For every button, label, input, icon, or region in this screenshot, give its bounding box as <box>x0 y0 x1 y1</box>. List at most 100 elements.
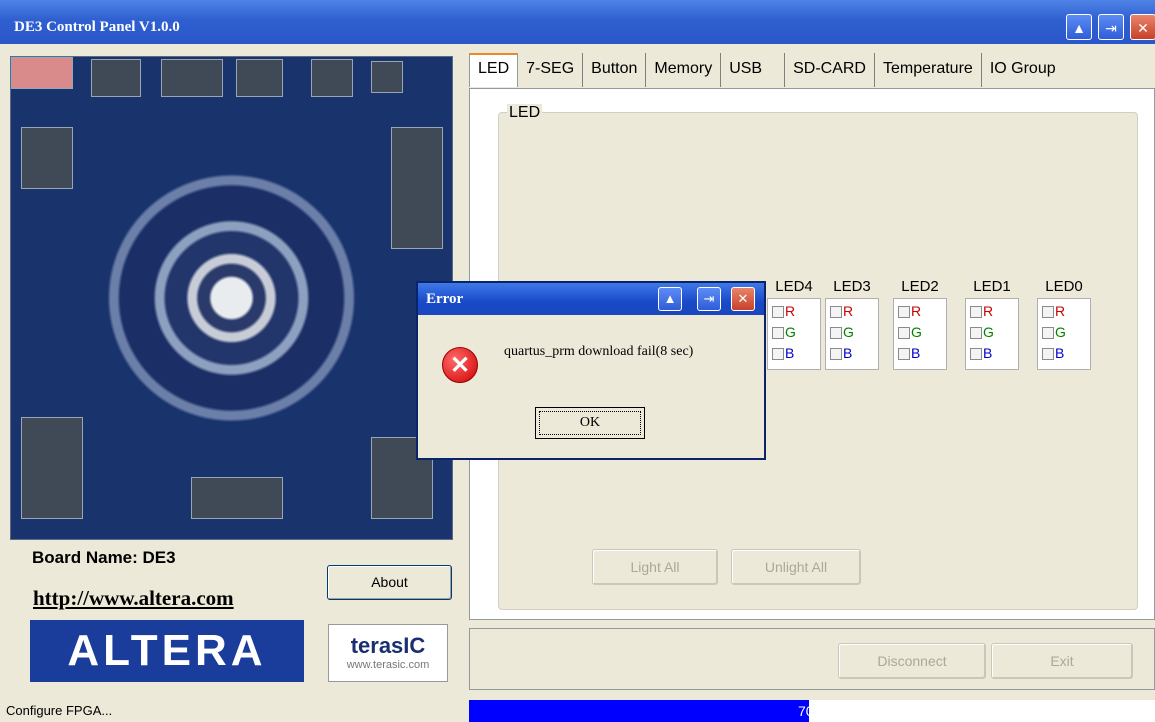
led-channel-label: R <box>911 303 922 319</box>
led-channel-checkbox[interactable]: G <box>898 322 946 343</box>
led-channel-box: RGB <box>893 298 947 370</box>
led-column: LED3 R G B <box>825 278 879 370</box>
tab-7-seg[interactable]: 7-SEG <box>518 53 584 87</box>
window-title: DE3 Control Panel V1.0.0 <box>14 19 180 35</box>
dialog-close-button[interactable]: ✕ <box>731 287 755 311</box>
led-channel-label: G <box>983 324 994 340</box>
led-name: LED2 <box>901 278 939 295</box>
checkbox-icon[interactable] <box>1042 348 1054 361</box>
led-channel-checkbox[interactable]: B <box>898 343 946 364</box>
unlight-all-button[interactable]: Unlight All <box>731 549 861 585</box>
ok-button[interactable]: OK <box>535 407 645 439</box>
led-name: LED4 <box>775 278 813 295</box>
led-group-label: LED <box>507 104 543 122</box>
terasic-logo-url: www.terasic.com <box>346 659 430 671</box>
error-dialog: Error ▲ ⇥ ✕ ✕ quartus_prm download fail(… <box>416 281 766 460</box>
tab-io-group[interactable]: IO Group <box>982 53 1064 87</box>
tab-button[interactable]: Button <box>583 53 647 87</box>
dialog-restore-button[interactable]: ⇥ <box>697 287 721 311</box>
tab-led[interactable]: LED <box>469 53 519 87</box>
tab-usb[interactable]: USB <box>721 53 786 87</box>
checkbox-icon[interactable] <box>830 348 842 361</box>
led-column: LED0 R G B <box>1037 278 1091 370</box>
checkbox-icon[interactable] <box>970 306 982 319</box>
tab-strip: LED 7-SEG Button Memory USB SD-CARD Temp… <box>469 53 1064 87</box>
led-channel-label: R <box>843 303 854 319</box>
ok-focus-ring <box>539 411 641 435</box>
disconnect-button[interactable]: Disconnect <box>838 643 986 679</box>
checkbox-icon[interactable] <box>772 306 784 319</box>
tab-sd-card[interactable]: SD-CARD <box>785 53 875 87</box>
led-channel-checkbox[interactable]: R <box>1042 301 1090 322</box>
checkbox-icon[interactable] <box>1042 327 1054 340</box>
led-channel-label: B <box>911 345 921 361</box>
led-channel-label: B <box>1055 345 1065 361</box>
light-all-button[interactable]: Light All <box>592 549 718 585</box>
terasic-logo-text: terasIC <box>350 633 426 658</box>
checkbox-icon[interactable] <box>898 327 910 340</box>
dialog-title-bar[interactable]: Error ▲ ⇥ ✕ <box>418 283 764 315</box>
title-bar[interactable]: DE3 Control Panel V1.0.0 ▲ ⇥ ✕ <box>0 0 1155 44</box>
led-channel-label: G <box>911 324 922 340</box>
led-channel-checkbox[interactable]: B <box>830 343 878 364</box>
checkbox-icon[interactable] <box>970 348 982 361</box>
dialog-minimize-button[interactable]: ▲ <box>658 287 682 311</box>
checkbox-icon[interactable] <box>898 348 910 361</box>
restore-button[interactable]: ⇥ <box>1098 14 1124 40</box>
terasic-logo: terasIC www.terasic.com <box>328 624 448 682</box>
led-column: LED1 R G B <box>965 278 1019 370</box>
led-channel-box: RGB <box>965 298 1019 370</box>
led-channel-label: R <box>1055 303 1066 319</box>
checkbox-icon[interactable] <box>772 348 784 361</box>
board-image <box>10 56 453 540</box>
led-column: LED4 R G B <box>767 278 821 370</box>
led-channel-checkbox[interactable]: G <box>772 322 820 343</box>
status-text: Configure FPGA... <box>6 703 113 718</box>
led-channel-box: RGB <box>1037 298 1091 370</box>
checkbox-icon[interactable] <box>898 306 910 319</box>
led-column: LED2 R G B <box>893 278 947 370</box>
checkbox-icon[interactable] <box>970 327 982 340</box>
led-name: LED3 <box>833 278 871 295</box>
exit-button[interactable]: Exit <box>991 643 1133 679</box>
led-channel-label: R <box>785 303 796 319</box>
led-name: LED0 <box>1045 278 1083 295</box>
led-channel-checkbox[interactable]: B <box>1042 343 1090 364</box>
led-channel-label: B <box>843 345 853 361</box>
error-message: quartus_prm download fail(8 sec) <box>504 344 694 359</box>
led-channel-label: G <box>843 324 854 340</box>
led-channel-label: B <box>785 345 795 361</box>
checkbox-icon[interactable] <box>830 327 842 340</box>
board-name-label: Board Name: DE3 <box>32 548 176 567</box>
close-button[interactable]: ✕ <box>1130 14 1155 40</box>
tab-temperature[interactable]: Temperature <box>875 53 982 87</box>
led-channel-checkbox[interactable]: R <box>830 301 878 322</box>
minimize-button[interactable]: ▲ <box>1066 14 1092 40</box>
error-x-icon: ✕ <box>442 347 478 383</box>
led-channel-checkbox[interactable]: R <box>898 301 946 322</box>
led-channel-checkbox[interactable]: G <box>1042 322 1090 343</box>
led-channel-label: B <box>983 345 993 361</box>
checkbox-icon[interactable] <box>830 306 842 319</box>
altera-url-link[interactable]: http://www.altera.com <box>33 586 234 611</box>
led-channel-checkbox[interactable]: R <box>772 301 820 322</box>
led-channel-checkbox[interactable]: B <box>970 343 1018 364</box>
about-button[interactable]: About <box>327 565 452 600</box>
dialog-title: Error <box>426 291 464 307</box>
led-channel-checkbox[interactable]: G <box>830 322 878 343</box>
progress-bar: 70% <box>469 700 1155 722</box>
checkbox-icon[interactable] <box>772 327 784 340</box>
tab-memory[interactable]: Memory <box>646 53 722 87</box>
led-channel-checkbox[interactable]: R <box>970 301 1018 322</box>
altera-logo: ALTERA <box>30 620 304 682</box>
led-channel-checkbox[interactable]: G <box>970 322 1018 343</box>
led-channel-label: G <box>785 324 796 340</box>
led-channel-box: RGB <box>767 298 821 370</box>
led-channel-checkbox[interactable]: B <box>772 343 820 364</box>
led-channel-box: RGB <box>825 298 879 370</box>
led-name: LED1 <box>973 278 1011 295</box>
progress-label: 70% <box>797 703 827 719</box>
led-channel-label: R <box>983 303 994 319</box>
checkbox-icon[interactable] <box>1042 306 1054 319</box>
led-channel-label: G <box>1055 324 1066 340</box>
